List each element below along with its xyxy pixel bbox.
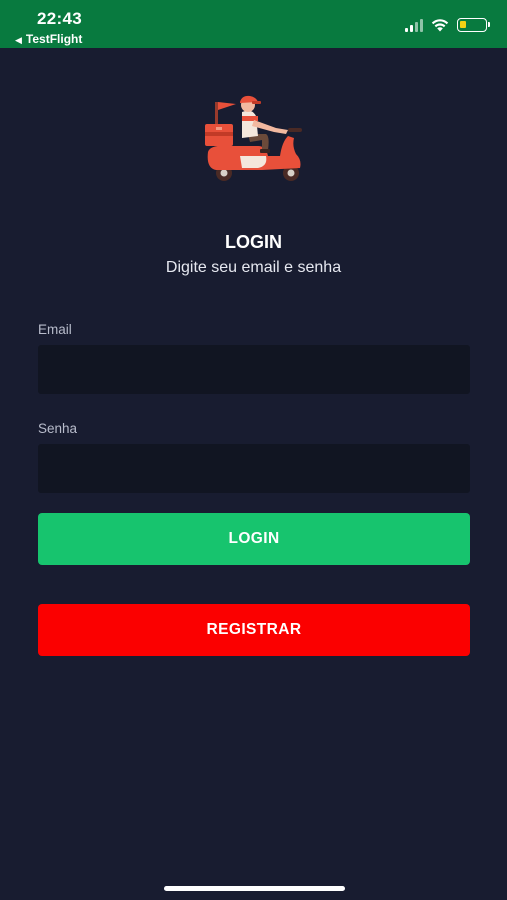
email-field[interactable] (38, 345, 470, 394)
status-bar: 22:43 ◀ TestFlight (0, 0, 507, 48)
email-label: Email (38, 322, 72, 337)
home-indicator[interactable] (164, 886, 345, 891)
back-label: TestFlight (25, 32, 83, 46)
status-icons (405, 16, 490, 34)
login-screen: 22:43 ◀ TestFlight LOGIN Digite seu emai… (0, 0, 507, 900)
status-time: 22:43 (37, 9, 82, 28)
login-subtitle: Digite seu email e senha (165, 259, 342, 276)
battery-level (460, 21, 466, 28)
back-triangle-icon: ◀ (15, 35, 22, 45)
register-button[interactable]: REGISTRAR (38, 604, 470, 656)
wifi-icon (431, 19, 449, 32)
battery-icon (457, 18, 490, 32)
back-to-testflight-link[interactable]: ◀ TestFlight (15, 32, 82, 46)
password-label: Senha (38, 421, 78, 436)
cellular-signal-icon (405, 18, 423, 32)
password-field[interactable] (38, 444, 470, 493)
delivery-scooter-icon (205, 95, 302, 181)
login-title: LOGIN (225, 232, 282, 252)
login-button[interactable]: LOGIN (38, 513, 470, 565)
